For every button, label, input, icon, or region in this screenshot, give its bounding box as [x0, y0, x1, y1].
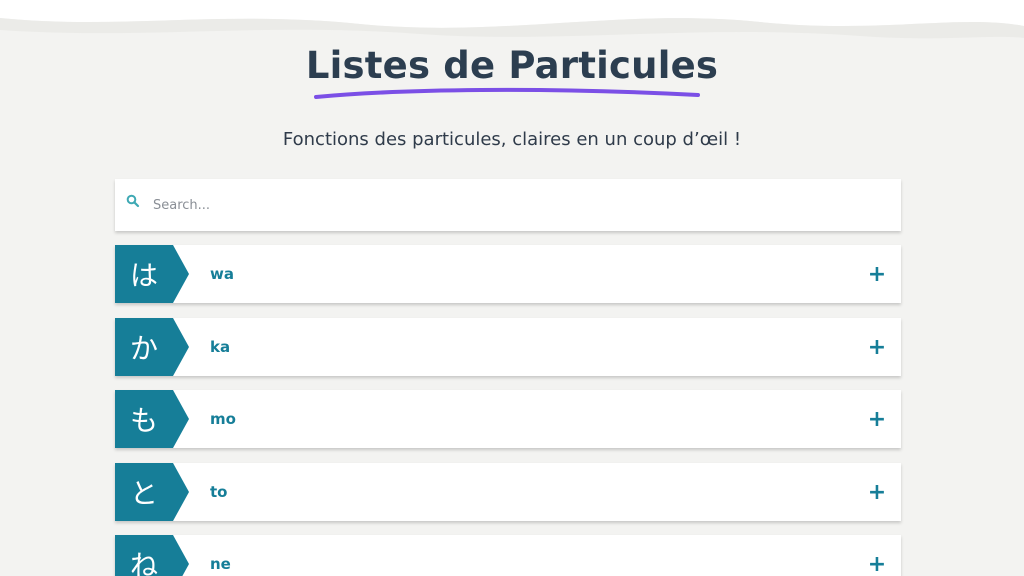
romaji-label: to [210, 483, 228, 501]
particle-row-ka[interactable]: か ka + [115, 318, 901, 376]
search-input[interactable] [153, 190, 853, 220]
page-subtitle: Fonctions des particules, claires en un … [282, 129, 742, 150]
title-wrap: Listes de Particules [0, 44, 1024, 87]
expand-plus-icon[interactable]: + [867, 535, 887, 576]
page-title: Listes de Particules [305, 44, 719, 87]
kana-tag: か [115, 318, 189, 376]
kana-tag: は [115, 245, 189, 303]
search-bar[interactable] [115, 179, 901, 231]
romaji-label: mo [210, 410, 236, 428]
kana-tag: と [115, 463, 189, 521]
expand-plus-icon[interactable]: + [867, 318, 887, 376]
expand-plus-icon[interactable]: + [867, 463, 887, 521]
particle-row-ne[interactable]: ね ne + [115, 535, 901, 576]
search-icon [126, 194, 140, 208]
kana-label: か [129, 332, 158, 365]
kana-tag: も [115, 390, 189, 448]
kana-label: も [129, 404, 158, 437]
kana-label: と [129, 477, 158, 510]
kana-label: は [129, 259, 158, 292]
romaji-label: ne [210, 555, 231, 573]
title-underline [314, 87, 700, 99]
particle-row-to[interactable]: と to + [115, 463, 901, 521]
expand-plus-icon[interactable]: + [867, 390, 887, 448]
particle-row-mo[interactable]: も mo + [115, 390, 901, 448]
particles-page: Listes de Particules Fonctions des parti… [0, 0, 1024, 576]
kana-label: ね [129, 549, 158, 576]
kana-tag: ね [115, 535, 189, 576]
particle-row-wa[interactable]: は wa + [115, 245, 901, 303]
romaji-label: wa [210, 265, 234, 283]
romaji-label: ka [210, 338, 231, 356]
expand-plus-icon[interactable]: + [867, 245, 887, 303]
